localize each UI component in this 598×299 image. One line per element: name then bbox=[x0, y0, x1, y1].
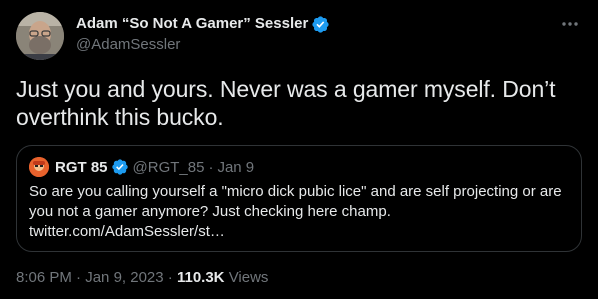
author-avatar-image bbox=[16, 12, 64, 60]
meta-separator: · bbox=[167, 269, 173, 286]
quoted-separator: · bbox=[208, 158, 214, 176]
author-name-row[interactable]: Adam “So Not A Gamer” Sessler bbox=[76, 14, 330, 34]
quoted-author-avatar bbox=[29, 157, 49, 177]
tweet-text: Just you and yours. Never was a gamer my… bbox=[16, 76, 556, 130]
quoted-date: Jan 9 bbox=[217, 158, 255, 176]
more-horizontal-icon[interactable] bbox=[558, 14, 582, 34]
author-handle[interactable]: @AdamSessler bbox=[76, 35, 180, 55]
tweet-date[interactable]: Jan 9, 2023 bbox=[85, 269, 163, 286]
quoted-tweet-text: So are you calling yourself a "micro dic… bbox=[29, 183, 562, 240]
author-avatar[interactable] bbox=[16, 12, 64, 60]
tweet-metadata: 8:06 PM · Jan 9, 2023 · 110.3K Views bbox=[16, 268, 268, 288]
views-label: Views bbox=[228, 269, 269, 286]
quoted-author-name: RGT 85 bbox=[55, 158, 108, 176]
author-display-name[interactable]: Adam “So Not A Gamer” Sessler bbox=[76, 14, 308, 34]
tweet-time[interactable]: 8:06 PM bbox=[16, 269, 72, 286]
views-count: 110.3K bbox=[176, 269, 225, 286]
quoted-tweet-header: RGT 85 @RGT_85 · Jan 9 bbox=[29, 157, 254, 177]
quoted-author-handle: @RGT_85 bbox=[132, 158, 205, 176]
tweet-card[interactable]: Adam “So Not A Gamer” Sessler @AdamSessl… bbox=[0, 0, 598, 299]
meta-separator: · bbox=[76, 269, 82, 286]
verified-badge-icon bbox=[311, 15, 330, 34]
quoted-verified-badge-icon bbox=[111, 158, 129, 176]
quoted-tweet[interactable]: RGT 85 @RGT_85 · Jan 9 So are you callin… bbox=[16, 145, 582, 252]
